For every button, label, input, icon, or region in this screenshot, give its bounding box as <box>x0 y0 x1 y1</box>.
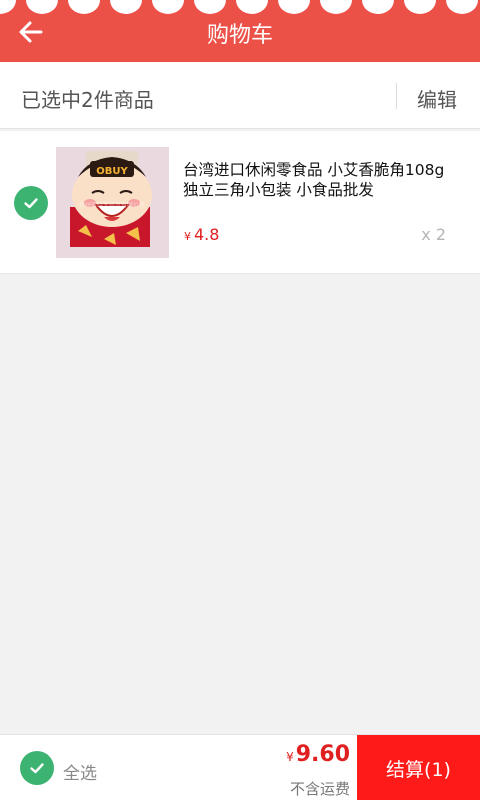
product-image[interactable]: OBUY 台州市晓菲商贸有限公司 <box>56 147 169 258</box>
header-bar: 购物车 <box>0 0 480 62</box>
svg-text:OBUY: OBUY <box>96 166 128 177</box>
checkout-button[interactable]: 结算(1) <box>357 735 480 800</box>
divider <box>396 83 397 109</box>
product-quantity: x 2 <box>421 225 446 244</box>
checkmark-icon <box>24 198 38 209</box>
select-all-label[interactable]: 全选 <box>63 759 97 784</box>
cart-item[interactable]: OBUY 台州市晓菲商贸有限公司 台湾进口休闲零食品 小艾香脆角108g 独立三… <box>0 131 480 274</box>
page-title: 购物车 <box>206 23 273 48</box>
price-value: 4.8 <box>194 225 220 244</box>
shipping-note: 不含运费 <box>289 780 350 798</box>
total-price: ¥9.60 <box>286 742 350 767</box>
checkmark-icon <box>30 763 44 774</box>
currency-symbol: ¥ <box>184 230 191 243</box>
product-title[interactable]: 台湾进口休闲零食品 小艾香脆角108g 独立三角小包装 小食品批发 <box>183 160 463 200</box>
edit-button[interactable]: 编辑 <box>417 84 457 113</box>
selection-bar: 已选中2件商品 编辑 <box>0 62 480 129</box>
select-all-checkbox[interactable] <box>20 751 54 785</box>
image-watermark: 台州市晓菲商贸有限公司 <box>79 201 145 209</box>
item-checkbox[interactable] <box>14 186 48 220</box>
currency-symbol: ¥ <box>286 750 294 764</box>
product-price: ¥4.8 <box>184 225 219 244</box>
total-value: 9.60 <box>295 742 350 767</box>
header-scallop-decoration <box>0 0 480 16</box>
selected-count-text: 已选中2件商品 <box>21 88 154 112</box>
footer-bar: 全选 ¥9.60 不含运费 结算(1) <box>0 734 480 800</box>
